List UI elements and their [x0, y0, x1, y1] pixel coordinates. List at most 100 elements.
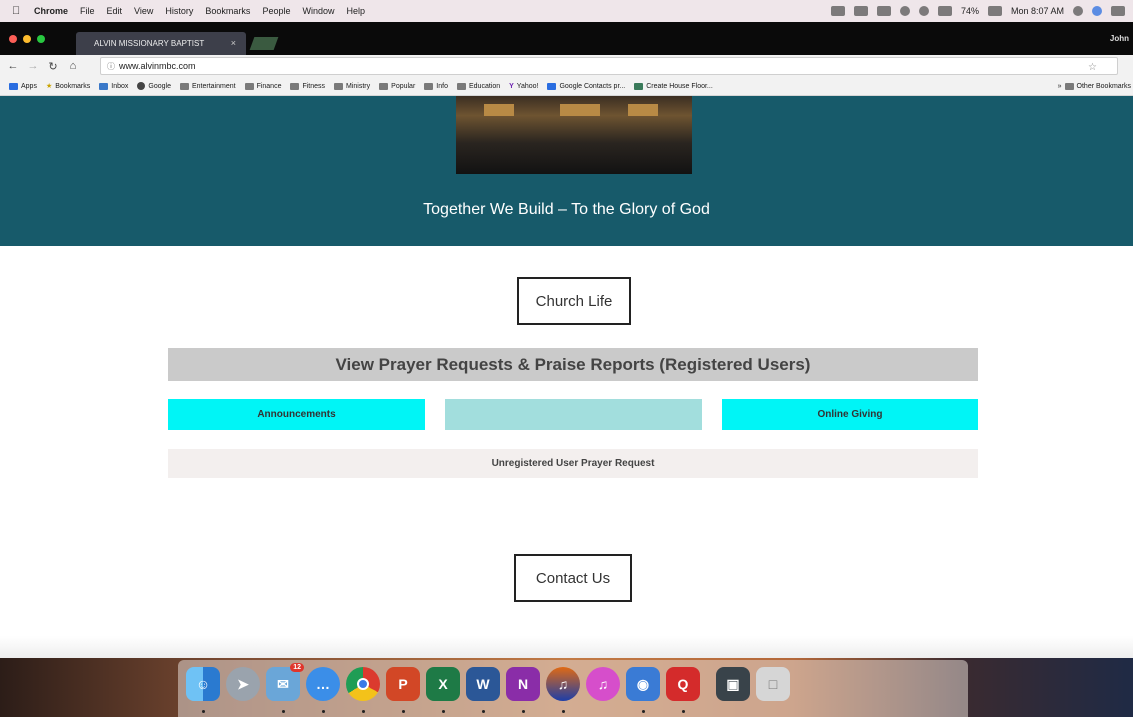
zoom-window-icon[interactable] — [37, 35, 45, 43]
church-photo — [456, 96, 692, 174]
unregistered-prayer-request-button[interactable]: Unregistered User Prayer Request — [168, 449, 978, 478]
folder-icon — [456, 82, 466, 90]
reload-icon[interactable]: ↻ — [46, 60, 60, 73]
bookmark-education[interactable]: Education — [456, 82, 500, 90]
new-tab-button[interactable] — [249, 37, 279, 50]
tab-close-icon[interactable]: × — [231, 38, 236, 48]
chrome-icon[interactable] — [346, 667, 380, 701]
google-icon — [137, 82, 146, 90]
mail-badge: 12 — [290, 663, 304, 672]
floorplan-icon — [634, 82, 644, 90]
battery-icon[interactable] — [987, 6, 1002, 16]
cloud-icon[interactable] — [830, 6, 845, 16]
running-indicator — [562, 710, 565, 713]
photo-detail — [484, 104, 514, 116]
spotlight-icon[interactable] — [1073, 6, 1083, 16]
menu-people[interactable]: People — [262, 6, 290, 16]
tab-title: ALVIN MISSIONARY BAPTIST — [94, 39, 205, 48]
menu-clock[interactable]: Mon 8:07 AM — [1011, 6, 1064, 16]
itunes-icon[interactable]: ♫ — [586, 667, 620, 701]
tagline: Together We Build – To the Glory of God — [423, 201, 710, 218]
bookmark-ministry[interactable]: Ministry — [334, 82, 370, 90]
browser-toolbar: ← → ↻ ⌂ ⓘ www.alvinmbc.com ☆ — [0, 55, 1133, 77]
browser-tab-bar: ALVIN MISSIONARY BAPTIST × John — [0, 22, 1133, 55]
folder-icon — [379, 82, 389, 90]
siri-icon[interactable] — [1092, 6, 1102, 16]
running-indicator — [522, 710, 525, 713]
apps-grid-icon — [9, 82, 18, 90]
menu-history[interactable]: History — [165, 6, 193, 16]
inbox-icon — [99, 82, 109, 90]
address-bar[interactable]: ⓘ www.alvinmbc.com ☆ — [100, 57, 1118, 75]
profile-name[interactable]: John — [1110, 34, 1129, 43]
airplay-icon[interactable] — [937, 6, 952, 16]
bookmark-yahoo[interactable]: Y Yahoo! — [509, 83, 538, 90]
audacity-icon[interactable]: ♫ — [546, 667, 580, 701]
launchpad-icon[interactable]: ➤ — [226, 667, 260, 701]
close-window-icon[interactable] — [9, 35, 17, 43]
other-bookmarks[interactable]: » Other Bookmarks — [1058, 83, 1131, 90]
excel-icon[interactable]: X — [426, 667, 460, 701]
bookmark-create-house-floor[interactable]: Create House Floor... — [634, 82, 713, 90]
menu-app-name[interactable]: Chrome — [34, 6, 68, 16]
powerpoint-icon[interactable]: P — [386, 667, 420, 701]
bookmark-star-icon[interactable]: ☆ — [1088, 62, 1097, 73]
folder-icon — [290, 82, 300, 90]
menu-edit[interactable]: Edit — [107, 6, 123, 16]
menu-window[interactable]: Window — [302, 6, 334, 16]
running-indicator — [202, 710, 205, 713]
contact-us-heading[interactable]: Contact Us — [514, 554, 632, 602]
photo-detail — [560, 104, 600, 116]
chrome-center-icon — [357, 678, 369, 690]
sync-icon[interactable] — [853, 6, 868, 16]
prayer-requests-link[interactable]: View Prayer Requests & Praise Reports (R… — [168, 348, 978, 381]
trash-icon[interactable]: □ — [756, 667, 790, 701]
blank-button[interactable] — [445, 399, 702, 430]
browser-tab[interactable]: ALVIN MISSIONARY BAPTIST × — [76, 32, 246, 55]
bookmark-finance[interactable]: Finance — [244, 82, 281, 90]
word-icon[interactable]: W — [466, 667, 500, 701]
bookmark-apps[interactable]: Apps — [9, 82, 37, 90]
folder-icon — [1064, 83, 1074, 90]
bookmark-inbox[interactable]: Inbox — [99, 82, 128, 90]
chevron-right-icon: » — [1057, 83, 1062, 90]
running-indicator — [442, 710, 445, 713]
home-icon[interactable]: ⌂ — [66, 60, 80, 72]
menu-bookmarks[interactable]: Bookmarks — [205, 6, 250, 16]
online-giving-button[interactable]: Online Giving — [722, 399, 978, 430]
bookmark-popular[interactable]: Popular — [379, 82, 415, 90]
finder-icon[interactable]: ☺ — [186, 667, 220, 701]
menu-view[interactable]: View — [134, 6, 153, 16]
mail-icon[interactable]: ✉ 12 — [266, 663, 304, 701]
bookmark-bookmarks[interactable]: ★ Bookmarks — [46, 82, 90, 91]
time-machine-icon[interactable] — [899, 6, 910, 16]
bookmark-entertainment[interactable]: Entertainment — [179, 82, 236, 90]
apple-icon[interactable]:  — [12, 5, 26, 17]
messages-icon[interactable]: … — [306, 667, 340, 701]
menu-help[interactable]: Help — [346, 6, 365, 16]
mac-menu-bar:  Chrome File Edit View History Bookmark… — [0, 0, 1133, 22]
running-indicator — [642, 710, 645, 713]
display-icon[interactable] — [876, 6, 891, 16]
wifi-icon[interactable] — [918, 6, 929, 16]
forward-icon[interactable]: → — [26, 60, 40, 72]
screenshot-icon[interactable]: ◉ — [626, 667, 660, 701]
preview-icon[interactable]: ▣ — [716, 667, 750, 701]
running-indicator — [362, 710, 365, 713]
minimize-window-icon[interactable] — [23, 35, 31, 43]
notification-center-icon[interactable] — [1111, 6, 1125, 16]
bookmark-google[interactable]: Google — [137, 82, 171, 90]
bookmark-fitness[interactable]: Fitness — [290, 82, 325, 90]
bookmark-google-contacts[interactable]: Google Contacts pr... — [547, 82, 625, 90]
back-icon[interactable]: ← — [6, 60, 20, 72]
announcements-button[interactable]: Announcements — [168, 399, 425, 430]
page-bottom — [0, 636, 1133, 658]
bookmark-info[interactable]: Info — [424, 82, 448, 90]
onenote-icon[interactable]: N — [506, 667, 540, 701]
quicken-icon[interactable]: Q — [666, 667, 700, 701]
running-indicator — [682, 710, 685, 713]
bookmarks-bar: Apps ★ Bookmarks Inbox Google Entertainme… — [0, 77, 1133, 96]
menu-file[interactable]: File — [80, 6, 95, 16]
church-life-heading[interactable]: Church Life — [517, 277, 631, 325]
info-icon[interactable]: ⓘ — [107, 61, 115, 72]
